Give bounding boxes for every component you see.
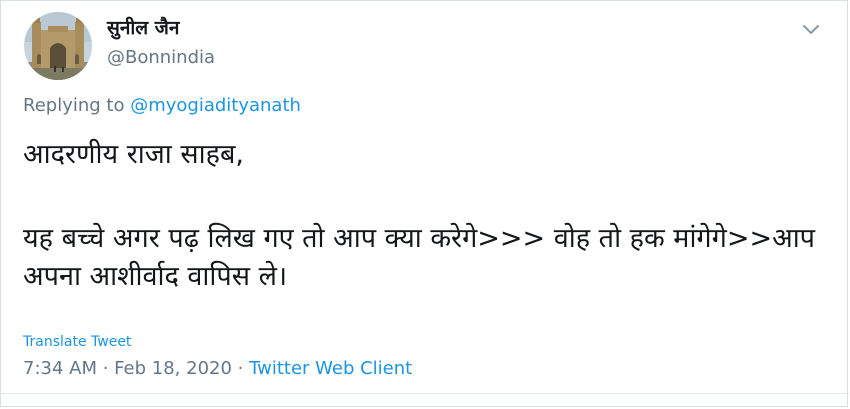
divider	[1, 393, 849, 394]
replying-to: Replying to @myogiadityanath	[23, 94, 301, 118]
tweet-text: आदरणीय राजा साहब, यह बच्चे अगर पढ़ लिख ग…	[23, 136, 829, 296]
tweet-client-link[interactable]: Twitter Web Client	[249, 358, 412, 379]
tweet-text-line: आदरणीय राजा साहब,	[23, 139, 244, 170]
reply-mention-link[interactable]: @myogiadityanath	[130, 95, 301, 116]
tweet-text-line: यह बच्चे अगर पढ़ लिख गए तो आप क्या करेगे…	[23, 223, 816, 292]
author-display-name[interactable]: सुनील जैन	[107, 16, 179, 40]
avatar[interactable]	[24, 12, 92, 80]
chevron-down-icon	[803, 25, 819, 34]
tweet-menu-button[interactable]	[799, 17, 823, 41]
translate-tweet-link[interactable]: Translate Tweet	[23, 333, 131, 351]
meta-separator: ·	[97, 358, 115, 379]
tweet-card: सुनील जैन @Bonnindia Replying to @myogia…	[0, 0, 849, 407]
meta-separator: ·	[231, 358, 250, 379]
author-handle[interactable]: @Bonnindia	[107, 46, 215, 70]
replying-to-label: Replying to	[23, 95, 131, 116]
tweet-date[interactable]: Feb 18, 2020	[114, 358, 232, 379]
tweet-metadata: 7:34 AM · Feb 18, 2020 · Twitter Web Cli…	[23, 357, 412, 381]
tweet-time[interactable]: 7:34 AM	[23, 358, 97, 379]
gateway-of-india-photo	[24, 12, 92, 80]
